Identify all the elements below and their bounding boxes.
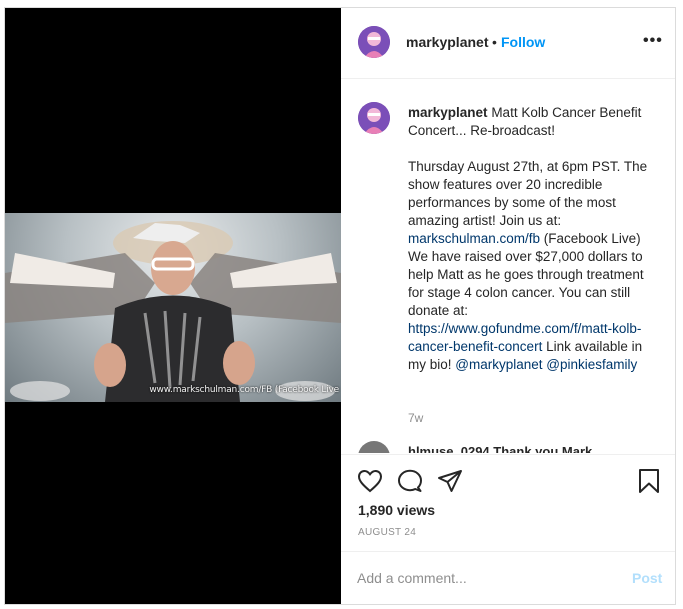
comment-text: hlmuse_0294 Thank you Mark [408,444,593,453]
view-count[interactable]: 1,890 views [358,502,435,518]
comment-bar: Post [341,551,675,605]
post-sidebar: markyplanet • Follow ••• markyplanet Mat… [341,8,675,604]
paper-plane-icon[interactable] [437,469,463,498]
follow-button[interactable]: Follow [501,34,545,50]
comment-input[interactable] [357,570,607,586]
caption-body-1: Thursday August 27th, at 6pm PST. The sh… [408,159,648,228]
video-frame [5,221,341,402]
caption-avatar[interactable] [358,102,390,134]
video-overlay-text: www.markschulman.com/FB (Facebook Live [149,385,339,395]
instagram-post: www.markschulman.com/FB (Facebook Live m… [4,7,676,605]
comment-icon[interactable] [397,469,423,498]
media-panel: www.markschulman.com/FB (Facebook Live [5,8,341,604]
comments-section[interactable]: markyplanet Matt Kolb Cancer Benefit Con… [341,80,675,453]
post-comment-button[interactable]: Post [632,570,662,586]
mention-markyplanet[interactable]: @markyplanet [455,357,542,372]
post-header: markyplanet • Follow ••• [341,8,675,79]
avatar-image-icon [358,26,390,58]
avatar-image-icon [358,102,390,134]
caption-link-1[interactable]: markschulman.com/fb [408,231,540,246]
video-player[interactable]: www.markschulman.com/FB (Facebook Live [5,213,341,402]
more-options-icon[interactable]: ••• [643,32,663,50]
post-date[interactable]: AUGUST 24 [358,527,416,538]
username-link[interactable]: markyplanet [406,34,488,50]
separator-dot: • [492,34,497,50]
mention-pinkiesfamily[interactable]: @pinkiesfamily [546,357,637,372]
heart-icon[interactable] [357,469,383,498]
bookmark-icon[interactable] [638,468,660,499]
caption-text: markyplanet Matt Kolb Cancer Benefit Con… [408,104,653,392]
avatar[interactable] [358,26,390,58]
caption-username-link[interactable]: markyplanet [408,105,488,120]
comment-avatar[interactable] [358,441,390,453]
caption-age[interactable]: 7w [408,411,423,425]
action-bar: 1,890 views AUGUST 24 Post [341,454,675,604]
